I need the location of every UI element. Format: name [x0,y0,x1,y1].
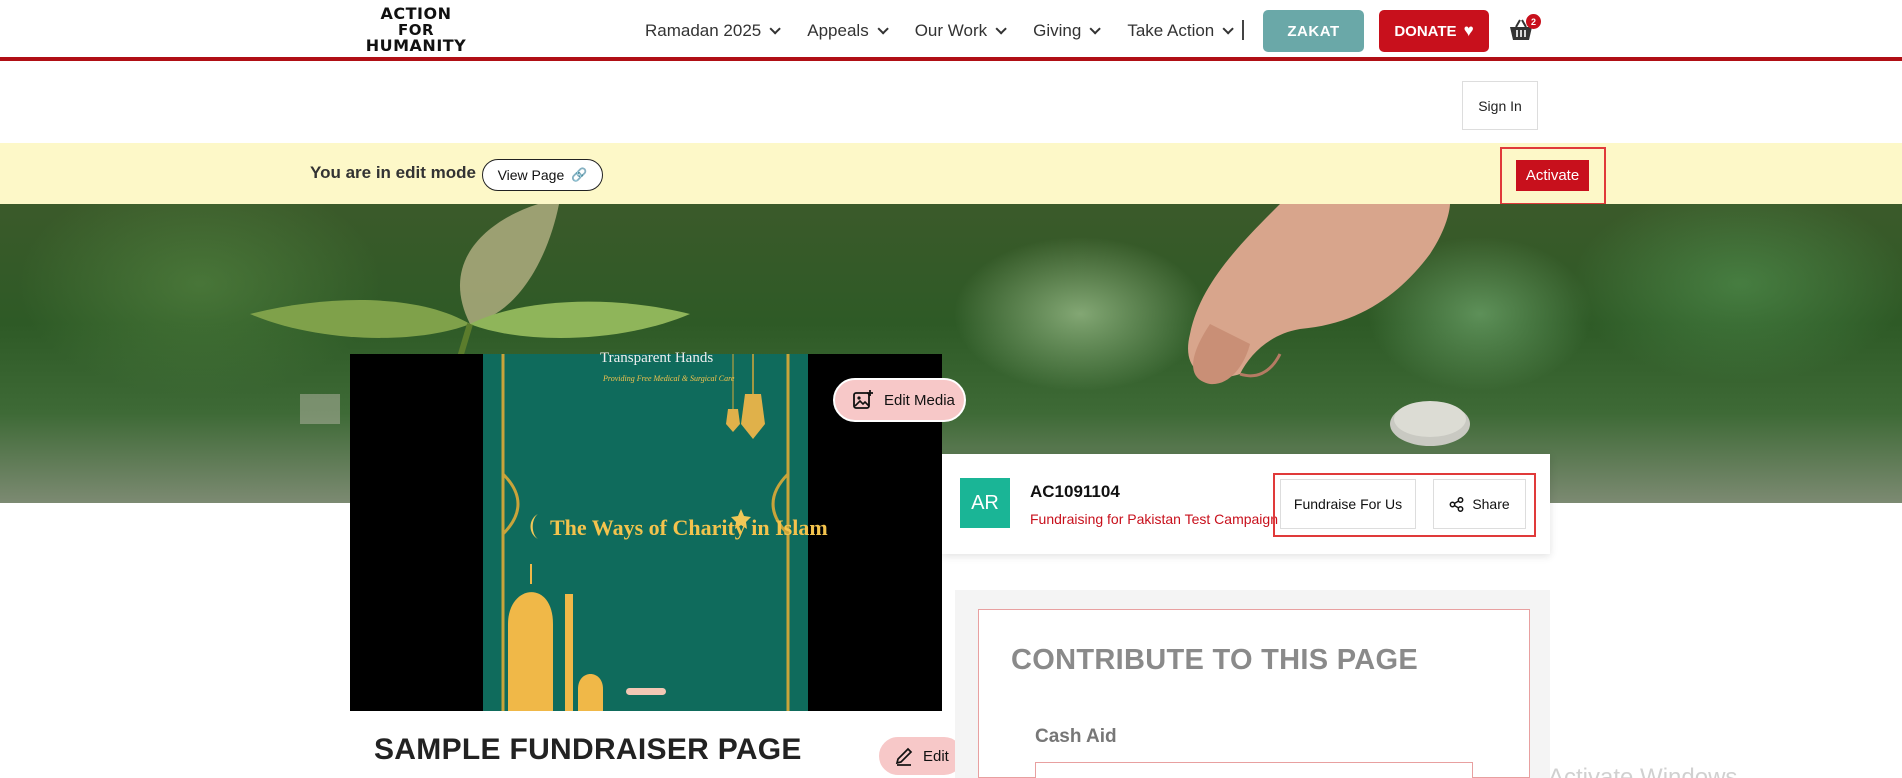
avatar: AR [960,478,1010,528]
chevron-down-icon [1222,23,1235,35]
image-add-icon [853,390,873,409]
heart-icon: ♥ [1463,21,1474,40]
edit-mode-text: You are in edit mode [310,163,476,182]
action-for-humanity-logo[interactable]: ACTION FOR HUMANITY [359,6,473,56]
share-icon [1449,496,1464,512]
campaign-link[interactable]: Fundraising for Pakistan Test Campaign [1030,511,1278,527]
nav-label: Ramadan 2025 [645,21,762,40]
cash-aid-label: Cash Aid [1035,726,1117,747]
cart-count-badge: 2 [1526,14,1541,29]
slide-indicator[interactable] [626,688,666,695]
nav-label: Giving [1033,21,1082,40]
nav-appeals[interactable]: Appeals [807,21,889,41]
site-header: ACTION FOR HUMANITY Ramadan 2025 Appeals… [0,0,1902,61]
share-button[interactable]: Share [1433,479,1526,529]
view-page-label: View Page [497,167,565,183]
zakat-button[interactable]: ZAKAT [1263,10,1364,52]
contribute-box [978,609,1530,778]
nav-take-action[interactable]: Take Action [1127,21,1235,41]
cash-aid-input[interactable] [1035,762,1473,778]
nav-giving[interactable]: Giving [1033,21,1102,41]
donate-button[interactable]: DONATE ♥ [1379,10,1489,52]
nav-label: Appeals [807,21,869,40]
logo-line-3: HUMANITY [365,36,467,55]
nav-ramadan-2025[interactable]: Ramadan 2025 [645,21,782,41]
edit-label: Edit [923,747,949,765]
nav-label: Take Action [1127,21,1215,40]
share-label: Share [1472,496,1510,512]
link-icon: 🔗 [571,167,588,182]
zakat-label: ZAKAT [1287,22,1340,40]
nav-our-work[interactable]: Our Work [914,21,1007,41]
page-title: SAMPLE FUNDRAISER PAGE [374,733,802,766]
nav-label: Our Work [914,21,988,40]
pencil-icon [895,747,913,766]
activate-button[interactable]: Activate [1516,160,1589,191]
sign-in-button[interactable]: Sign In [1462,81,1538,130]
chevron-down-icon [877,23,889,35]
fundraise-for-us-button[interactable]: Fundraise For Us [1280,479,1416,529]
main-nav: Ramadan 2025 Appeals Our Work Giving Tak… [645,20,1260,42]
logo-line-1: ACTION [380,4,452,23]
contribute-title: CONTRIBUTE TO THIS PAGE [1011,644,1419,676]
chevron-down-icon [769,23,782,35]
activate-windows-watermark: Activate Windows [1548,764,1738,778]
activate-label: Activate [1525,167,1580,184]
media-brand-tagline: Providing Free Medical & Surgical Care [603,374,735,383]
fundraise-label: Fundraise For Us [1293,496,1403,512]
donate-label: DONATE [1394,22,1457,40]
edit-media-button[interactable]: Edit Media [833,378,966,422]
edit-title-button[interactable]: Edit [877,735,965,777]
chevron-down-icon [995,23,1007,35]
edit-media-label: Edit Media [884,391,955,409]
media-slide-title: The Ways of Charity in Islam [550,515,828,540]
nav-divider [1242,20,1244,40]
sign-in-label: Sign In [1478,97,1522,114]
edit-mode-bar: You are in edit mode View Page 🔗 [0,143,1902,204]
view-page-button[interactable]: View Page 🔗 [482,159,603,191]
campaign-id: AC1091104 [1030,482,1120,501]
chevron-down-icon [1089,23,1102,35]
media-brand-name: Transparent Hands [600,350,714,366]
